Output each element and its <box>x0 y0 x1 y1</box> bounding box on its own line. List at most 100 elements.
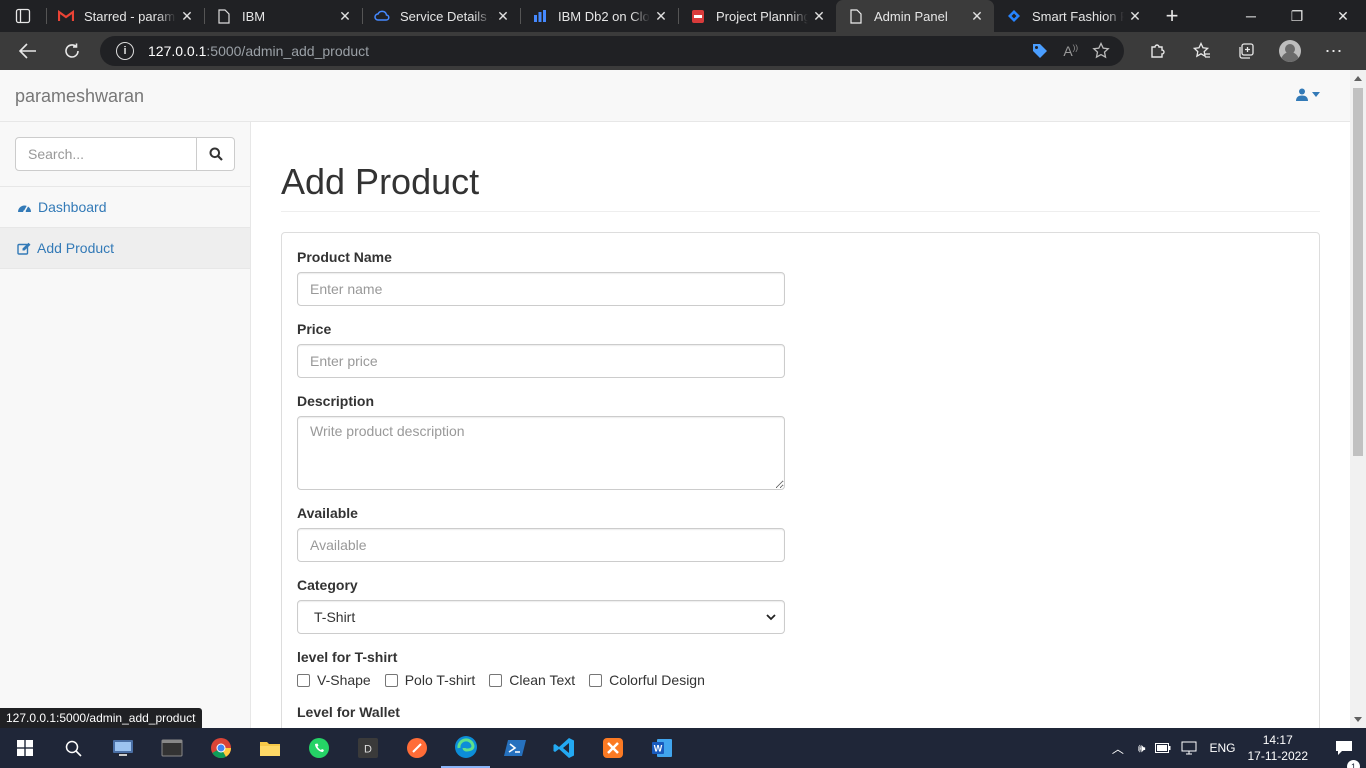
settings-more-button[interactable]: ⋯ <box>1312 35 1356 67</box>
price-input[interactable] <box>297 344 785 378</box>
powershell-icon <box>503 740 526 756</box>
extensions-button[interactable] <box>1136 35 1180 67</box>
volume-icon[interactable]: 🕪 <box>1138 741 1146 756</box>
terminal-icon <box>161 739 182 757</box>
category-select[interactable]: T-Shirt <box>297 600 785 634</box>
close-tab-icon[interactable]: ✕ <box>334 8 356 25</box>
scroll-down-icon[interactable] <box>1354 717 1362 722</box>
puzzle-icon <box>1151 44 1165 58</box>
taskbar-app-powershell[interactable] <box>490 728 539 768</box>
category-label: Category <box>297 577 358 593</box>
checkbox-colorful-design[interactable]: Colorful Design <box>589 672 705 688</box>
start-button[interactable] <box>0 728 49 768</box>
back-button[interactable] <box>6 35 50 67</box>
new-tab-button[interactable]: + <box>1152 0 1192 32</box>
sidebar-search <box>0 122 250 187</box>
tab-title: Admin Panel <box>874 8 948 24</box>
close-tab-icon[interactable]: ✕ <box>650 8 672 25</box>
sidebar-item-dashboard[interactable]: Dashboard <box>0 187 250 228</box>
add-product-form: Product Name Price Description Available… <box>281 232 1320 728</box>
close-window-icon[interactable]: ✕ <box>1320 0 1366 32</box>
search-button[interactable] <box>197 137 235 171</box>
collections-button[interactable] <box>1224 35 1268 67</box>
user-menu-dropdown[interactable] <box>1296 88 1320 101</box>
db2-icon <box>532 8 548 24</box>
browser-tab-gmail[interactable]: Starred - parameswaran ✕ <box>46 0 204 32</box>
favorites-button[interactable] <box>1180 35 1224 67</box>
close-tab-icon[interactable]: ✕ <box>966 8 988 25</box>
clock[interactable]: 14:17 17-11-2022 <box>1248 732 1309 764</box>
checkbox-box[interactable] <box>589 673 603 687</box>
address-bar[interactable]: i 127.0.0.1:5000/admin_add_product A)) <box>100 36 1124 66</box>
search-input[interactable] <box>15 137 197 171</box>
notifications-button[interactable]: 1 <box>1322 740 1366 768</box>
category-selected-value: T-Shirt <box>314 609 356 625</box>
browser-tab-smart-fashion[interactable]: Smart Fashion Recommender ✕ <box>994 0 1152 32</box>
page-scrollbar[interactable] <box>1350 70 1366 728</box>
close-tab-icon[interactable]: ✕ <box>176 8 198 25</box>
scroll-thumb[interactable] <box>1353 88 1363 456</box>
add-favorite-icon[interactable] <box>1092 42 1110 60</box>
checkbox-box[interactable] <box>489 673 503 687</box>
language-indicator[interactable]: ENG <box>1209 741 1235 755</box>
checkbox-v-shape[interactable]: V-Shape <box>297 672 371 688</box>
word-icon: W <box>651 739 672 757</box>
available-label: Available <box>297 505 358 521</box>
close-tab-icon[interactable]: ✕ <box>1124 8 1146 25</box>
browser-tab-strip: Starred - parameswaran ✕ IBM ✕ Service D… <box>0 0 1366 32</box>
sidebar-item-label: Dashboard <box>38 199 107 215</box>
taskbar-app-remote-desktop[interactable] <box>98 728 147 768</box>
close-tab-icon[interactable]: ✕ <box>808 8 830 25</box>
sidebar: Dashboard Add Product <box>0 122 251 728</box>
svg-text:D: D <box>364 744 372 756</box>
taskbar-app-file-explorer[interactable] <box>245 728 294 768</box>
edge-icon <box>454 736 477 758</box>
site-info-icon[interactable]: i <box>116 42 134 60</box>
back-arrow-icon <box>19 43 36 59</box>
refresh-button[interactable] <box>50 35 94 67</box>
url-text[interactable]: 127.0.0.1:5000/admin_add_product <box>148 43 369 59</box>
page-title: Add Product <box>281 161 480 202</box>
checkbox-box[interactable] <box>297 673 310 687</box>
page-viewport: parameshwaran Dashboard Add Product Add … <box>0 70 1366 728</box>
taskbar-app-chrome[interactable] <box>196 728 245 768</box>
browser-tab-db2[interactable]: IBM Db2 on Cloud ✕ <box>520 0 678 32</box>
network-icon[interactable] <box>1181 741 1197 755</box>
taskbar-app-whatsapp[interactable] <box>294 728 343 768</box>
checkbox-clean-text[interactable]: Clean Text <box>489 672 575 688</box>
browser-tab-admin-panel[interactable]: Admin Panel ✕ <box>836 0 994 32</box>
restore-icon[interactable]: ❐ <box>1274 0 1320 32</box>
search-taskbar-button[interactable] <box>49 728 98 768</box>
checkbox-polo-tshirt[interactable]: Polo T-shirt <box>384 672 476 688</box>
taskbar-app-edge[interactable] <box>441 728 490 768</box>
favorites-star-icon <box>1193 42 1210 58</box>
browser-tab-project-planning[interactable]: Project Planning.pdf ✕ <box>678 0 836 32</box>
profile-button[interactable] <box>1268 35 1312 67</box>
taskbar-app-word[interactable]: W <box>637 728 686 768</box>
chevron-up-icon[interactable]: ︿ <box>1112 740 1124 757</box>
product-name-input[interactable] <box>297 272 785 306</box>
description-textarea[interactable] <box>297 416 785 490</box>
available-input[interactable] <box>297 528 785 562</box>
checkbox-label: Polo T-shirt <box>404 672 476 688</box>
scroll-up-icon[interactable] <box>1354 76 1362 81</box>
form-group-description: Description <box>297 393 1304 490</box>
checkbox-box[interactable] <box>384 673 398 687</box>
minimize-icon[interactable]: ─ <box>1228 0 1274 32</box>
taskbar-app-xampp[interactable] <box>588 728 637 768</box>
battery-icon[interactable] <box>1155 743 1171 753</box>
coupon-tag-icon[interactable] <box>1031 42 1049 60</box>
tab-actions-button[interactable] <box>0 0 46 32</box>
taskbar-app-d[interactable]: D <box>343 728 392 768</box>
profile-avatar <box>1279 40 1301 62</box>
sidebar-item-add-product[interactable]: Add Product <box>0 228 250 269</box>
brand-link[interactable]: parameshwaran <box>15 86 144 107</box>
checkbox-label: V-Shape <box>317 672 371 688</box>
taskbar-app-postman[interactable] <box>392 728 441 768</box>
taskbar-app-terminal[interactable] <box>147 728 196 768</box>
read-aloud-icon[interactable]: A)) <box>1063 43 1078 59</box>
browser-tab-service-details[interactable]: Service Details - IBM Cloud ✕ <box>362 0 520 32</box>
close-tab-icon[interactable]: ✕ <box>492 8 514 25</box>
browser-tab-ibm[interactable]: IBM ✕ <box>204 0 362 32</box>
taskbar-app-vscode[interactable] <box>539 728 588 768</box>
